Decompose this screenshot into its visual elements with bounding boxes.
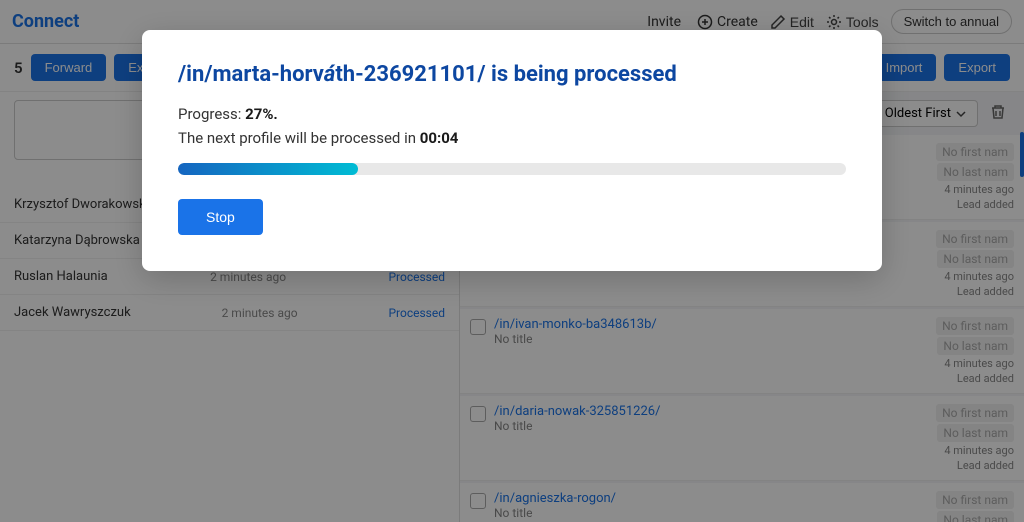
modal-title-prefix: /in/marta-horv bbox=[178, 62, 324, 87]
stop-button[interactable]: Stop bbox=[178, 199, 263, 235]
modal-title-action: is being processed bbox=[486, 62, 677, 87]
modal-timer: The next profile will be processed in 00… bbox=[178, 129, 846, 147]
processing-modal: /in/marta-horváth-236921101/ is being pr… bbox=[142, 30, 882, 271]
modal-overlay: /in/marta-horváth-236921101/ is being pr… bbox=[0, 0, 1024, 522]
modal-title-suffix: th-236921101/ bbox=[335, 62, 485, 87]
timer-value: 00:04 bbox=[420, 129, 459, 147]
modal-progress-text: Progress: 27%. bbox=[178, 105, 846, 123]
progress-bar-background bbox=[178, 163, 846, 175]
progress-bar-fill bbox=[178, 163, 358, 175]
timer-label: The next profile will be processed in bbox=[178, 129, 420, 147]
progress-label: Progress: bbox=[178, 105, 245, 123]
progress-value: 27%. bbox=[245, 105, 278, 123]
modal-title: /in/marta-horváth-236921101/ is being pr… bbox=[178, 62, 846, 87]
modal-title-accent: á bbox=[324, 62, 335, 87]
